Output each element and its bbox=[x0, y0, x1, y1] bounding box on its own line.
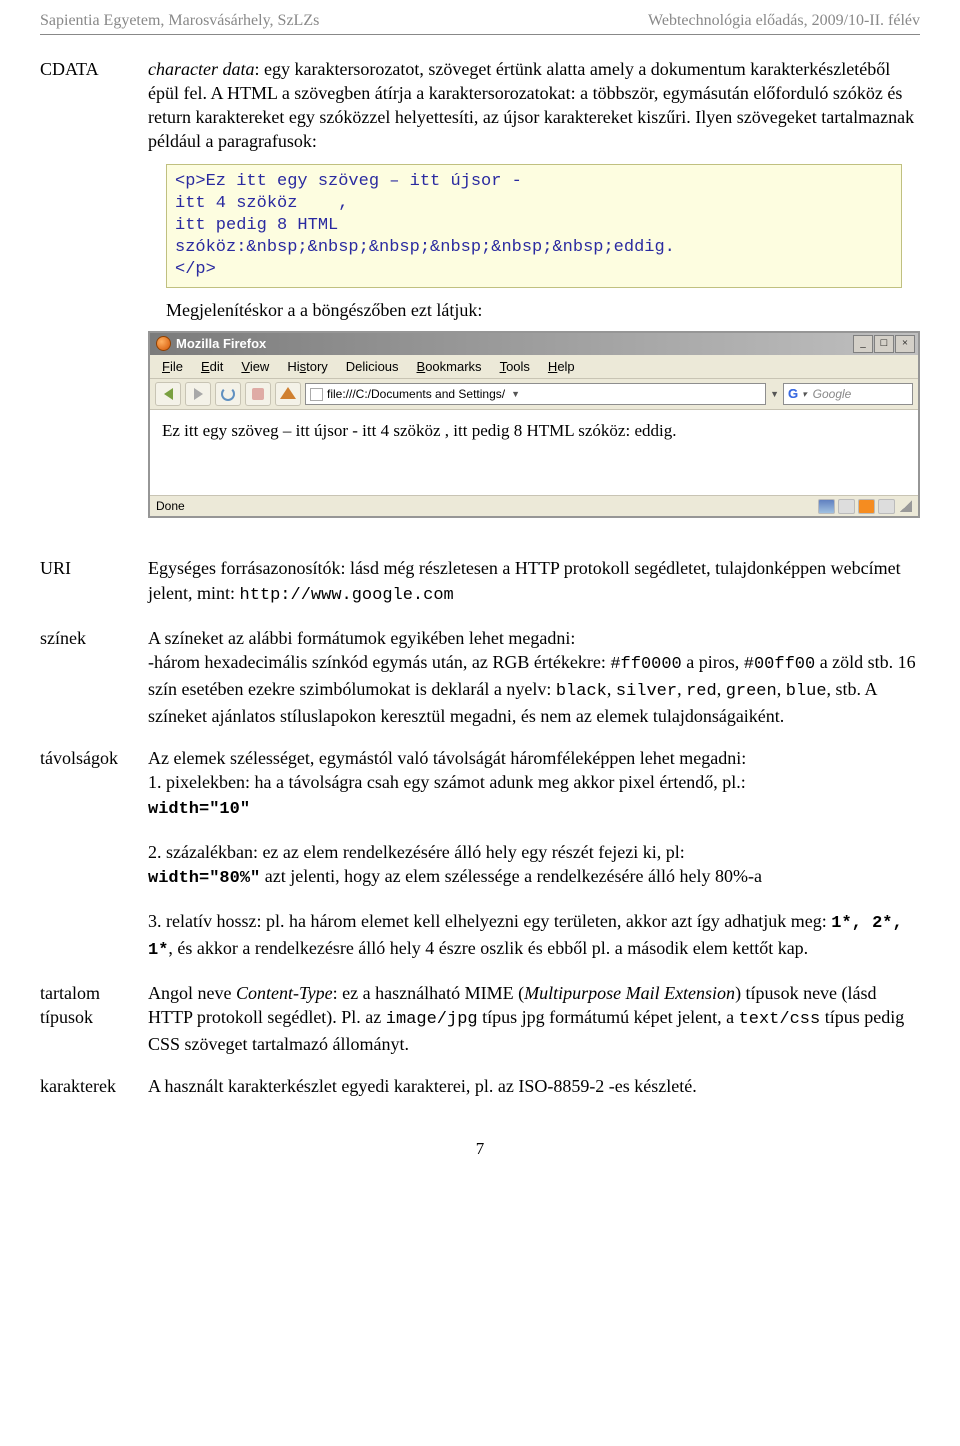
stop-button[interactable] bbox=[245, 382, 271, 406]
tav-li3b: , és akkor a rendelkezésre álló hely 4 é… bbox=[168, 938, 808, 958]
tart-i1: Content-Type bbox=[236, 983, 333, 1003]
menu-delicious[interactable]: Delicious bbox=[338, 357, 407, 377]
definition-table: CDATA character data: egy karaktersoroza… bbox=[40, 57, 920, 1099]
szinek-c5: red bbox=[686, 682, 717, 701]
arrow-left-icon bbox=[164, 388, 173, 400]
search-box[interactable]: G ▾ Google bbox=[783, 383, 913, 405]
szinek-c3: black bbox=[556, 682, 607, 701]
search-engine-dropdown-icon[interactable]: ▾ bbox=[802, 388, 807, 400]
szinek-c7: blue bbox=[786, 682, 827, 701]
cdata-text: : egy karaktersorozatot, szöveget értünk… bbox=[148, 59, 914, 152]
tart-c1: image/jpg bbox=[386, 1010, 478, 1029]
menu-file[interactable]: File bbox=[154, 357, 191, 377]
tav-p1: Az elemek szélességet, egymástól való tá… bbox=[148, 748, 746, 768]
body-szinek: A színeket az alábbi formátumok egyikébe… bbox=[148, 626, 920, 728]
page-header: Sapientia Egyetem, Marosvásárhely, SzLZs… bbox=[40, 10, 920, 35]
status-icon-4[interactable] bbox=[878, 499, 895, 514]
firefox-icon bbox=[156, 336, 171, 351]
menu-bookmarks[interactable]: Bookmarks bbox=[409, 357, 490, 377]
szinek-c1: #ff0000 bbox=[610, 655, 681, 674]
szinek-c2: #00ff00 bbox=[744, 655, 815, 674]
menu-history[interactable]: History bbox=[279, 357, 335, 377]
statusbar: Done bbox=[150, 496, 918, 516]
back-button[interactable] bbox=[155, 382, 181, 406]
proxy-icon[interactable] bbox=[818, 499, 835, 514]
code-sample: <p>Ez itt egy szöveg – itt újsor - itt 4… bbox=[166, 164, 902, 288]
page-content: Ez itt egy szöveg – itt újsor - itt 4 sz… bbox=[150, 410, 918, 496]
tart-d: típus jpg formátumú képet jelent, a bbox=[478, 1007, 739, 1027]
titlebar: Mozilla Firefox _ □ × bbox=[150, 333, 918, 355]
stop-icon bbox=[252, 388, 264, 400]
cdata-subtext: Megjelenítéskor a a böngészőben ezt látj… bbox=[166, 298, 920, 322]
tart-c2: text/css bbox=[739, 1010, 821, 1029]
szinek-line1: A színeket az alábbi formátumok egyikébe… bbox=[148, 628, 575, 648]
szinek-c4: silver bbox=[616, 682, 677, 701]
szinek-line2a: -három hexadecimális színkód egymás után… bbox=[148, 652, 610, 672]
uri-code: http://www.google.com bbox=[240, 586, 454, 605]
cdata-italic: character data bbox=[148, 59, 254, 79]
menu-tools[interactable]: Tools bbox=[492, 357, 538, 377]
body-uri: Egységes forrásazonosítók: lásd még rész… bbox=[148, 556, 920, 607]
feed-icon[interactable] bbox=[858, 499, 875, 514]
szinek-line2b: a piros, bbox=[682, 652, 744, 672]
url-go-icon[interactable]: ▼ bbox=[770, 388, 779, 400]
tav-li2b: azt jelenti, hogy az elem szélessége a r… bbox=[260, 866, 762, 886]
body-tavolsagok: Az elemek szélességet, egymástól való tá… bbox=[148, 746, 920, 963]
minimize-button[interactable]: _ bbox=[853, 335, 873, 353]
reload-button[interactable] bbox=[215, 382, 241, 406]
header-left: Sapientia Egyetem, Marosvásárhely, SzLZs bbox=[40, 10, 319, 32]
term-uri: URI bbox=[40, 556, 148, 607]
tav-li1: 1. pixelekben: ha a távolságra csah egy … bbox=[148, 772, 746, 792]
body-tartalom: Angol neve Content-Type: ez a használhat… bbox=[148, 981, 920, 1057]
term-szinek: színek bbox=[40, 626, 148, 728]
tart-i2: Multipurpose Mail Extension bbox=[524, 983, 735, 1003]
google-icon: G bbox=[788, 385, 798, 403]
tav-li1c: width="10" bbox=[148, 800, 250, 819]
window-title: Mozilla Firefox bbox=[176, 335, 266, 353]
menubar: File Edit View History Delicious Bookmar… bbox=[150, 355, 918, 380]
term-cdata: CDATA bbox=[40, 57, 148, 529]
body-cdata: character data: egy karaktersorozatot, s… bbox=[148, 57, 920, 529]
reload-icon bbox=[221, 387, 235, 401]
url-dropdown-icon[interactable]: ▼ bbox=[511, 388, 520, 400]
url-bar[interactable]: file:///C:/Documents and Settings/ ▼ bbox=[305, 383, 766, 405]
status-text: Done bbox=[156, 498, 185, 514]
tart-b: : ez a használható MIME ( bbox=[333, 983, 524, 1003]
szinek-c6: green bbox=[726, 682, 777, 701]
header-right: Webtechnológia előadás, 2009/10-II. félé… bbox=[648, 10, 920, 32]
term-tartalom: tartalom típusok bbox=[40, 981, 148, 1057]
tart-a: Angol neve bbox=[148, 983, 236, 1003]
home-button[interactable] bbox=[275, 382, 301, 406]
page-number: 7 bbox=[40, 1138, 920, 1161]
menu-view[interactable]: View bbox=[233, 357, 277, 377]
resize-grip[interactable] bbox=[900, 500, 912, 512]
maximize-button[interactable]: □ bbox=[874, 335, 894, 353]
status-icon-2[interactable] bbox=[838, 499, 855, 514]
tav-li3a: 3. relatív hossz: pl. ha három elemet ke… bbox=[148, 911, 831, 931]
tav-li2a: 2. százalékban: ez az elem rendelkezésér… bbox=[148, 842, 685, 862]
tav-li2c: width="80%" bbox=[148, 869, 260, 888]
rendered-text: Ez itt egy szöveg – itt újsor - itt 4 sz… bbox=[162, 421, 676, 440]
term-karakterek: karakterek bbox=[40, 1074, 148, 1098]
menu-edit[interactable]: Edit bbox=[193, 357, 231, 377]
term-tavolsagok: távolságok bbox=[40, 746, 148, 963]
kar-text: A használt karakterkészlet egyedi karakt… bbox=[148, 1076, 697, 1096]
firefox-window: Mozilla Firefox _ □ × File Edit View His… bbox=[148, 331, 920, 519]
search-placeholder: Google bbox=[813, 386, 852, 402]
menu-help[interactable]: Help bbox=[540, 357, 583, 377]
home-icon bbox=[280, 387, 296, 399]
page-icon bbox=[310, 388, 323, 401]
body-karakterek: A használt karakterkészlet egyedi karakt… bbox=[148, 1074, 920, 1098]
forward-button[interactable] bbox=[185, 382, 211, 406]
url-text: file:///C:/Documents and Settings/ bbox=[327, 386, 505, 402]
arrow-right-icon bbox=[194, 388, 203, 400]
toolbar: file:///C:/Documents and Settings/ ▼ ▼ G… bbox=[150, 379, 918, 410]
close-button[interactable]: × bbox=[895, 335, 915, 353]
cdata-para: character data: egy karaktersorozatot, s… bbox=[148, 59, 914, 152]
